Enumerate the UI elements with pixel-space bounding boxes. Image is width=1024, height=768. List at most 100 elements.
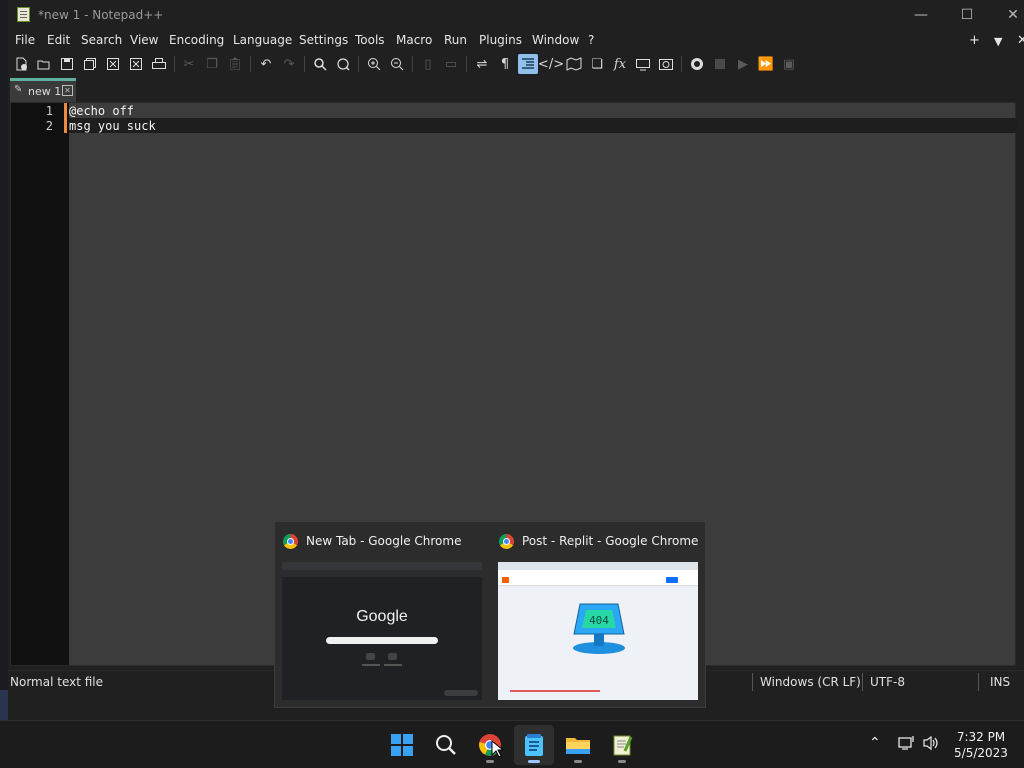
close-button[interactable]: ✕	[990, 0, 1024, 30]
change-marker	[64, 103, 67, 133]
play-macro-icon[interactable]: ▶	[733, 54, 753, 74]
menu-help[interactable]: ?	[588, 33, 594, 47]
taskbar-preview-popup: New Tab - Google Chrome Google Post - Re…	[274, 521, 706, 708]
line-number-gutter[interactable]: 1 2	[11, 103, 69, 665]
tab-close-icon[interactable]: ✕	[62, 85, 73, 96]
monitoring-icon[interactable]	[656, 54, 676, 74]
menu-run[interactable]: Run	[444, 33, 467, 47]
chevron-up-icon[interactable]: ⌃	[869, 735, 881, 751]
find-icon[interactable]	[310, 54, 330, 74]
status-insert-mode[interactable]: INS	[990, 675, 1010, 689]
replit-logo-icon	[502, 577, 509, 583]
code-line-text: msg you suck	[69, 119, 156, 133]
preview-thumbnail[interactable]: Google	[282, 562, 482, 700]
sync-vertical-icon[interactable]: ▯	[418, 54, 438, 74]
chrome-icon[interactable]	[470, 725, 510, 765]
new-file-icon[interactable]	[11, 54, 31, 74]
replace-icon[interactable]	[333, 54, 353, 74]
close-icon[interactable]	[103, 54, 123, 74]
tab-bar: ✎ new 1 ✕	[8, 76, 1024, 102]
menu-edit[interactable]: Edit	[47, 33, 70, 47]
status-eol[interactable]: Windows (CR LF)	[760, 675, 861, 689]
indent-guide-icon[interactable]	[518, 54, 538, 74]
search-icon[interactable]	[426, 725, 466, 765]
document-map-icon[interactable]	[564, 54, 584, 74]
save-all-icon[interactable]	[80, 54, 100, 74]
notepad-icon[interactable]	[514, 725, 554, 765]
notepadpp-icon[interactable]	[602, 725, 642, 765]
copy-icon[interactable]: ❐	[202, 54, 222, 74]
paste-icon[interactable]: 📋︎	[225, 54, 245, 74]
preview-thumbnail[interactable]: 404	[498, 562, 698, 700]
menu-window[interactable]: Window	[532, 33, 579, 47]
menu-plugins[interactable]: Plugins	[479, 33, 522, 47]
close-document-button[interactable]: ✕	[1017, 33, 1024, 48]
open-file-icon[interactable]	[34, 54, 54, 74]
maximize-button[interactable]: ☐	[944, 0, 990, 30]
clock-time: 7:32 PM	[956, 730, 1006, 744]
zoom-in-icon[interactable]	[364, 54, 384, 74]
tab-label: new 1	[28, 85, 62, 98]
file-explorer-icon[interactable]	[558, 725, 598, 765]
status-file-type: Normal text file	[10, 675, 104, 689]
menu-macro[interactable]: Macro	[396, 33, 432, 47]
document-list-icon[interactable]: ❏	[587, 54, 607, 74]
close-all-icon[interactable]	[126, 54, 146, 74]
preview-title: New Tab - Google Chrome	[306, 534, 462, 548]
menu-file[interactable]: File	[15, 33, 35, 47]
zoom-out-icon[interactable]	[387, 54, 407, 74]
window-title: *new 1 - Notepad++	[38, 8, 164, 22]
code-line-text: @echo off	[69, 104, 135, 118]
404-text: 404	[589, 614, 609, 627]
code-line[interactable]: @echo off	[69, 103, 1017, 118]
menu-encoding[interactable]: Encoding	[169, 33, 224, 47]
title-bar[interactable]: *new 1 - Notepad++ — ☐ ✕	[8, 0, 1024, 30]
line-number: 2	[45, 119, 53, 133]
mouse-cursor-icon	[491, 740, 503, 758]
tab-list-button[interactable]: ▼	[994, 35, 1002, 48]
desktop-background	[0, 0, 8, 720]
minimize-button[interactable]: —	[898, 0, 944, 30]
pencil-icon: ✎	[14, 84, 23, 95]
current-code-line[interactable]: msg you suck	[69, 118, 1017, 133]
menu-settings[interactable]: Settings	[299, 33, 348, 47]
preview-card-new-tab[interactable]: New Tab - Google Chrome Google	[275, 522, 491, 709]
add-tab-button[interactable]: +	[969, 33, 980, 48]
toolbar: ✂ ❐ 📋︎ ↶ ↷ ▯ ▭ ⇌ ¶ </> ❏ fx ▶ ⏩ ▣	[8, 52, 1024, 76]
menu-language[interactable]: Language	[233, 33, 292, 47]
word-wrap-icon[interactable]: ⇌	[472, 54, 492, 74]
cut-icon[interactable]: ✂	[179, 54, 199, 74]
sync-horizontal-icon[interactable]: ▭	[441, 54, 461, 74]
function-list-icon[interactable]: fx	[610, 54, 630, 74]
taskbar: ⌃ 7:32 PM 5/5/2023	[0, 720, 1024, 768]
notepadpp-app-icon[interactable]	[17, 7, 30, 22]
save-macro-icon[interactable]: ▣	[779, 54, 799, 74]
record-macro-icon[interactable]	[687, 54, 707, 74]
menu-view[interactable]: View	[130, 33, 158, 47]
tab-new-1[interactable]: ✎ new 1 ✕	[10, 78, 76, 102]
folder-workspace-icon[interactable]	[633, 54, 653, 74]
status-encoding[interactable]: UTF-8	[870, 675, 905, 689]
print-icon[interactable]	[149, 54, 169, 74]
volume-icon[interactable]	[922, 735, 940, 755]
preview-title: Post - Replit - Google Chrome	[522, 534, 699, 548]
chrome-icon	[499, 534, 514, 549]
menu-bar: File Edit Search View Encoding Language …	[8, 30, 1024, 52]
xml-tag-icon[interactable]: </>	[538, 54, 564, 74]
system-clock[interactable]: 7:32 PM 5/5/2023	[946, 729, 1016, 761]
preview-card-replit[interactable]: Post - Replit - Google Chrome 404	[491, 522, 707, 709]
google-logo: Google	[356, 608, 408, 625]
start-icon[interactable]	[382, 725, 422, 765]
menu-search[interactable]: Search	[81, 33, 122, 47]
save-icon[interactable]	[57, 54, 77, 74]
404-illustration-icon: 404	[573, 603, 625, 654]
thumbnail-search-box	[326, 637, 438, 644]
show-all-chars-icon[interactable]: ¶	[495, 54, 515, 74]
network-icon[interactable]	[898, 735, 916, 755]
run-macro-multiple-icon[interactable]: ⏩	[756, 54, 776, 74]
redo-icon[interactable]: ↷	[279, 54, 299, 74]
menu-tools[interactable]: Tools	[355, 33, 385, 47]
line-number: 1	[45, 104, 53, 118]
stop-record-icon[interactable]	[710, 54, 730, 74]
undo-icon[interactable]: ↶	[256, 54, 276, 74]
